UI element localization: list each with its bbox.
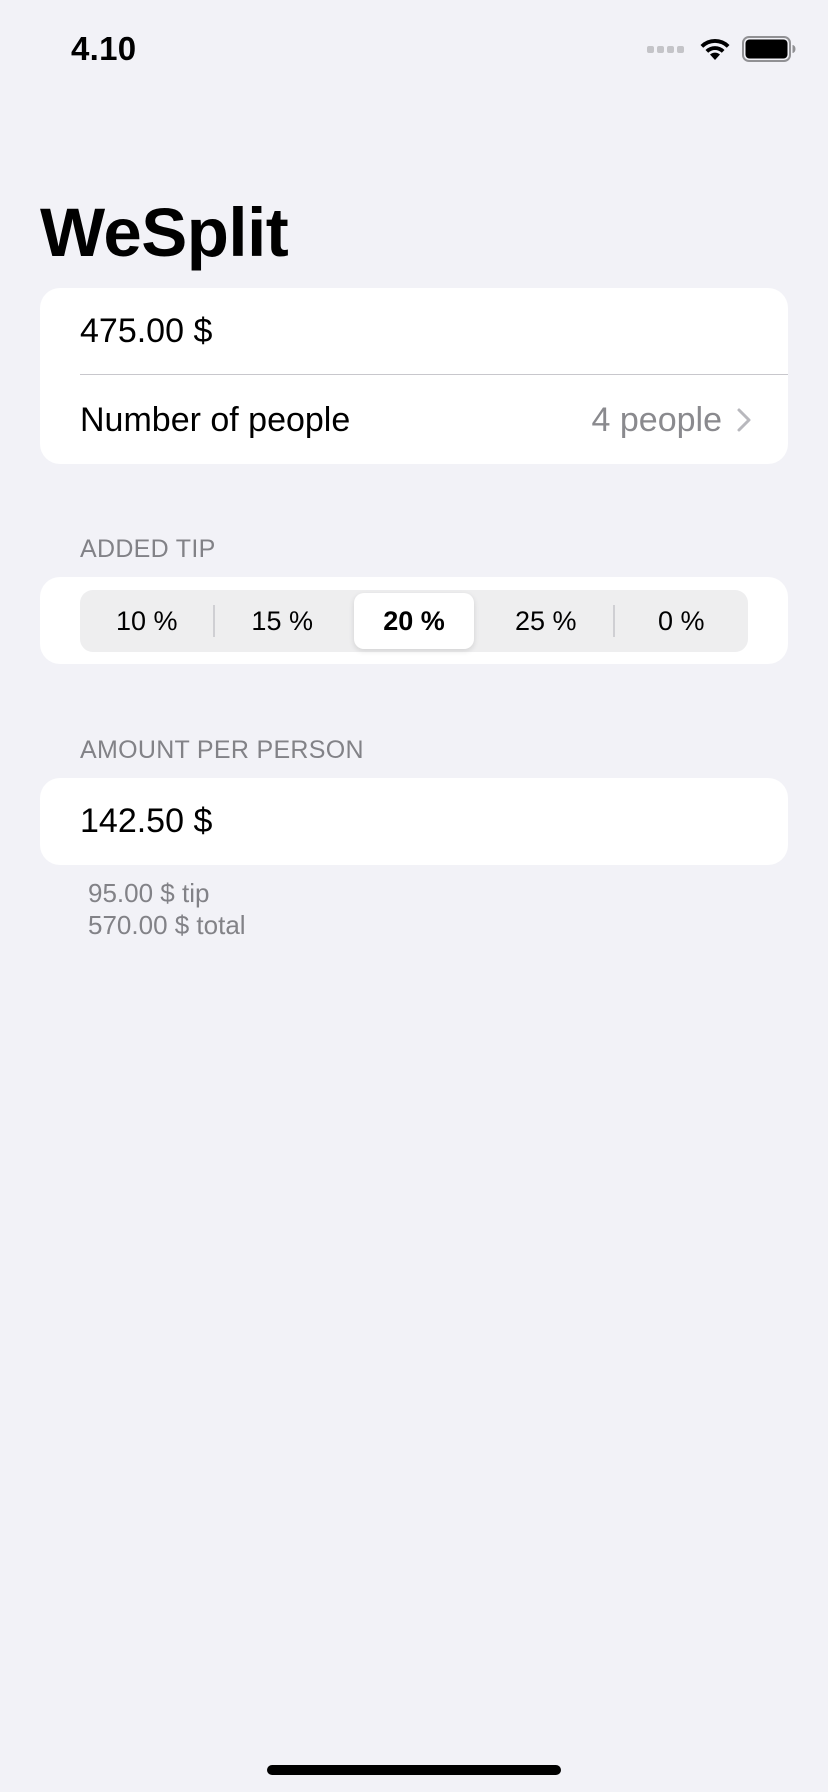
number-of-people-label: Number of people — [80, 400, 351, 439]
tip-segmented-control: 10 % 15 % 20 % 25 % 0 % — [80, 590, 748, 652]
cellular-signal-icon — [647, 45, 684, 53]
amount-section-header: AMOUNT PER PERSON — [80, 736, 364, 764]
check-amount-value: 475.00 $ — [80, 312, 213, 350]
number-of-people-picker[interactable]: Number of people 4 people — [80, 376, 752, 464]
status-icons — [647, 36, 796, 62]
tip-option-10[interactable]: 10 % — [80, 590, 213, 652]
page-title: WeSplit — [40, 194, 289, 271]
home-indicator[interactable] — [267, 1765, 561, 1775]
tip-option-0[interactable]: 0 % — [615, 590, 748, 652]
tip-section-header: ADDED TIP — [80, 535, 216, 563]
number-of-people-value: 4 people — [591, 400, 722, 439]
chevron-right-icon — [737, 408, 751, 432]
status-time: 4.10 — [71, 30, 137, 67]
tip-total-text: 95.00 $ tip — [88, 878, 210, 908]
number-of-people-value-wrap: 4 people — [592, 401, 752, 440]
battery-icon — [742, 36, 796, 62]
wifi-icon — [700, 38, 730, 60]
amount-per-person-value: 142.50 $ — [80, 802, 213, 840]
screen: 4.10 WeSplit 475.00 $ Number of people 4… — [0, 0, 828, 1792]
tip-option-25[interactable]: 25 % — [479, 590, 612, 652]
check-input-card: 475.00 $ Number of people 4 people — [40, 288, 788, 464]
segment-separator — [349, 605, 351, 637]
divider — [80, 374, 788, 375]
grand-total-text: 570.00 $ total — [88, 910, 246, 940]
check-amount-field[interactable]: 475.00 $ — [80, 288, 788, 375]
tip-option-20-selected[interactable]: 20 % — [353, 593, 475, 649]
tip-option-15[interactable]: 15 % — [215, 590, 348, 652]
tip-card: 10 % 15 % 20 % 25 % 0 % — [40, 577, 788, 664]
totals-footer: 95.00 $ tip 570.00 $ total — [88, 877, 246, 941]
amount-per-person-card: 142.50 $ — [40, 778, 788, 865]
